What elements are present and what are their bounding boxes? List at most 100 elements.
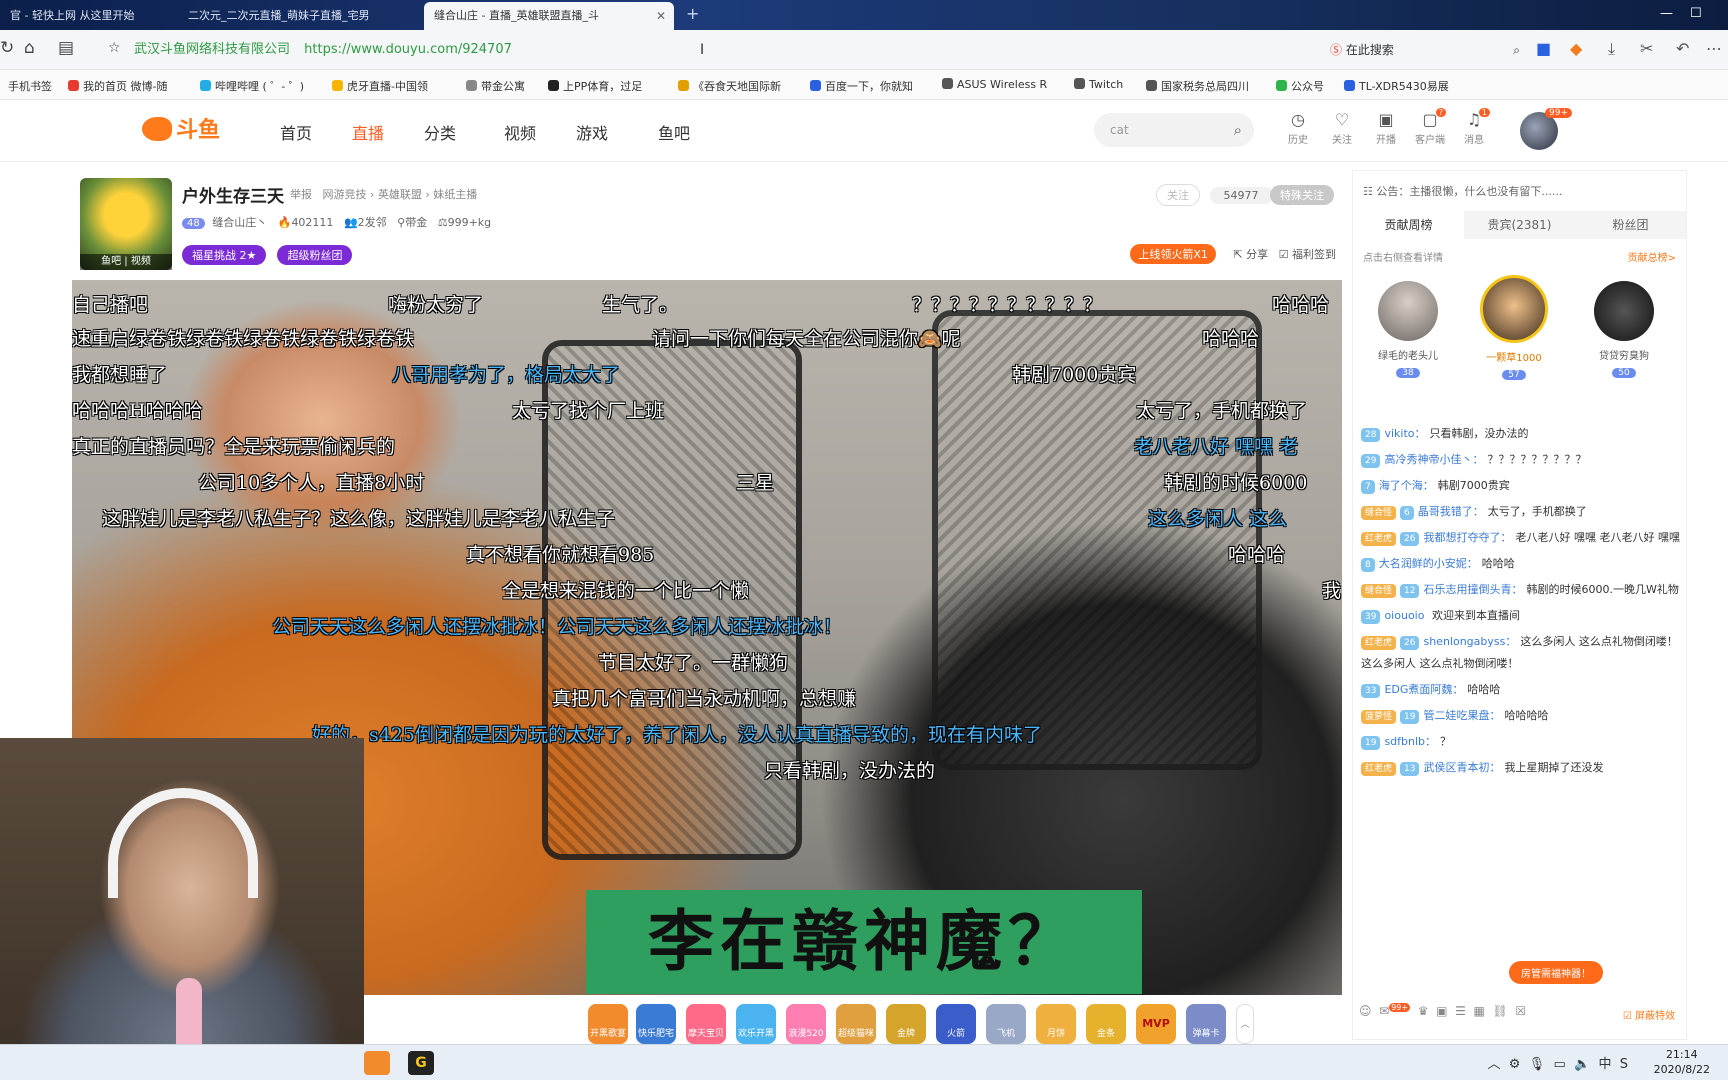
nav-live[interactable]: 直播 (352, 120, 384, 144)
chat-nick[interactable]: 管二娃吃果盘： (1423, 709, 1500, 722)
url-field[interactable]: 武汉斗鱼网络科技有限公司 https://www.douyu.com/92470… (134, 36, 1324, 64)
bookmark-item[interactable]: Twitch (1074, 78, 1123, 91)
gift-item[interactable]: 开黑歌宴 (588, 1004, 628, 1044)
report-link[interactable]: 举报 (290, 188, 312, 201)
taskbar-app-g-icon[interactable]: G (408, 1051, 434, 1075)
browser-search-input[interactable]: Ⓢ 在此搜索 ⌕ (1330, 36, 1520, 64)
chat-nick[interactable]: 晶哥我错了： (1418, 505, 1484, 518)
chat-list[interactable]: 28 vikito： 只看韩剧，没办法的 29 高冷秀神帝小佳丶：？？？？？？？？？ … (1361, 423, 1681, 983)
anchor-avatar[interactable]: 鱼吧 | 视频 (80, 178, 172, 270)
maximize-icon[interactable]: ☐ (1690, 6, 1702, 21)
chat-nick[interactable]: 大名润鲜的小安妮： (1379, 557, 1478, 570)
nav-home[interactable]: 首页 (280, 120, 312, 144)
nav-games[interactable]: 游戏 (576, 120, 608, 144)
home-icon[interactable]: ⌂ (24, 38, 35, 58)
client-button[interactable]: ▢ 客户端? (1408, 108, 1452, 146)
list-icon[interactable]: ☰ (1455, 1004, 1466, 1018)
gift-item[interactable]: 超级猫咪 (836, 1004, 876, 1044)
bookmark-item[interactable]: 《吞食天地国际新 (678, 78, 781, 94)
rank-user[interactable]: 绿毛的老头儿 38 (1363, 281, 1453, 378)
scissors-icon[interactable]: ✂ (1640, 39, 1653, 58)
tab-fanclub[interactable]: 粉丝团 (1575, 211, 1686, 239)
bookmark-item[interactable]: TL-XDR5430易展 (1344, 78, 1449, 94)
taskbar-app-icon[interactable] (364, 1051, 390, 1075)
gift-item[interactable]: 飞机 (986, 1004, 1026, 1044)
mic-icon[interactable]: 🎙 (1529, 1057, 1546, 1072)
gift-item[interactable]: 金条 (1086, 1004, 1126, 1044)
system-clock[interactable]: 21:14 2020/8/22 (1654, 1047, 1710, 1077)
emoji-icon[interactable]: ☺ (1359, 1004, 1372, 1018)
user-avatar[interactable]: 99+ (1520, 108, 1572, 150)
rocket-promo-badge[interactable]: 上线领火箭X1 (1130, 244, 1216, 264)
bookmark-item[interactable]: 哔哩哔哩 ( ゜- ゜) (200, 78, 304, 94)
refresh-icon[interactable]: ↻ (0, 38, 14, 58)
bookmark-item[interactable]: ASUS Wireless R (942, 78, 1047, 91)
special-follow-button[interactable]: 特殊关注 (1270, 185, 1334, 205)
gift-item[interactable]: 火箭 (936, 1004, 976, 1044)
site-search-input[interactable]: cat ⌕ (1094, 113, 1254, 147)
bookmark-item[interactable]: 带金公寓 (466, 78, 525, 94)
close-icon[interactable]: ☒ (1515, 1004, 1526, 1018)
chat-nick[interactable]: shenlongabyss： (1423, 635, 1516, 648)
undo-icon[interactable]: ↶ (1676, 39, 1689, 58)
close-icon[interactable]: ✕ (656, 2, 666, 30)
share-label[interactable]: 分享 (1246, 248, 1268, 261)
bookmark-item[interactable]: 我的首页 微博-随 (68, 78, 167, 94)
follow-button[interactable]: ♡ 关注 (1320, 110, 1364, 146)
history-button[interactable]: ◷ 历史 (1276, 110, 1320, 146)
reader-icon[interactable]: ▤ (58, 38, 74, 58)
avatar-caption[interactable]: 鱼吧 | 视频 (80, 254, 172, 270)
nav-yuba[interactable]: 鱼吧 (658, 120, 690, 144)
start-live-button[interactable]: ▣ 开播 (1364, 110, 1408, 146)
anchor-name[interactable]: 缝合山庄丶 (212, 216, 267, 229)
star-icon[interactable]: ☆ (108, 40, 121, 56)
link-icon[interactable]: ⛓ (1493, 1004, 1508, 1018)
checkin-icon[interactable]: ☑ (1279, 248, 1289, 261)
rank-user[interactable]: 贷贷穷臭狗 50 (1579, 281, 1669, 378)
follow-button[interactable]: 关注 (1156, 184, 1200, 206)
new-tab-icon[interactable]: + (686, 4, 699, 23)
gift-item[interactable]: 快乐肥宅 (636, 1004, 676, 1044)
rank-total-link[interactable]: 贡献总榜> (1628, 249, 1676, 264)
checkin-label[interactable]: 福利签到 (1292, 248, 1336, 261)
network-icon[interactable]: ⚙ (1509, 1057, 1521, 1072)
rank-user[interactable]: 一颗草1000 57 (1469, 275, 1559, 380)
bookmark-item[interactable]: 虎牙直播-中国领 (332, 78, 428, 94)
chat-nick[interactable]: EDG煮面阿魏： (1384, 683, 1463, 696)
tab-weekly-rank[interactable]: 贡献周榜 (1353, 211, 1464, 239)
chat-nick[interactable]: sdfbnlb： (1384, 735, 1436, 748)
search-icon[interactable]: ⌕ (1513, 36, 1520, 64)
download-icon[interactable]: ⤓ (1608, 39, 1615, 59)
category-breadcrumb[interactable]: 网游竞技 › 英雄联盟 › 妹纸主播 (323, 188, 478, 201)
ime-icon[interactable]: 中 (1598, 1057, 1611, 1072)
gift-item[interactable]: 欢乐开黑 (736, 1004, 776, 1044)
chat-nick[interactable]: 海了个海： (1379, 479, 1434, 492)
chevron-up-icon[interactable]: ︿ (1487, 1057, 1500, 1072)
crown-icon[interactable]: ♛ (1418, 1004, 1429, 1018)
gift-item-mvp[interactable]: MVP (1136, 1004, 1176, 1044)
room-manager-button[interactable]: 房管需福神器！ (1509, 961, 1603, 984)
chat-nick[interactable]: 武侯区青本初： (1423, 761, 1500, 774)
more-icon[interactable]: ⋯ (1706, 39, 1722, 58)
gift-scroll-up-icon[interactable]: ︿ (1236, 1004, 1254, 1044)
chat-nick[interactable]: vikito： (1384, 427, 1425, 440)
volume-icon[interactable]: 🔈 (1574, 1057, 1590, 1072)
share-icon[interactable]: ⇱ (1233, 248, 1242, 261)
game-icon[interactable]: ◆ (1570, 39, 1582, 58)
copy-icon[interactable]: ▣ (1436, 1004, 1447, 1018)
nav-video[interactable]: 视频 (504, 120, 536, 144)
messages-button[interactable]: ♫ 消息 1 (1452, 108, 1496, 146)
gift-item[interactable]: 月饼 (1036, 1004, 1076, 1044)
bookmark-item[interactable]: 手机书签 (8, 78, 52, 94)
bookmark-item[interactable]: 国家税务总局四川 (1146, 78, 1249, 94)
chat-nick[interactable]: 高冷秀神帝小佳丶： (1384, 453, 1483, 466)
search-icon[interactable]: ⌕ (1234, 113, 1242, 147)
bookmark-item[interactable]: 上PP体育，过足 (548, 78, 642, 94)
bookmark-item[interactable]: 公众号 (1276, 78, 1324, 94)
chat-nick[interactable]: 我都想打夺夺了： (1423, 531, 1511, 544)
monitor-icon[interactable]: ▭ (1553, 1057, 1565, 1072)
browser-tab[interactable]: 二次元_二次元直播_萌妹子直播_宅男 (178, 2, 414, 30)
grid-icon[interactable]: ▦ (1474, 1004, 1485, 1018)
browser-tab[interactable]: 官 - 轻快上网 从这里开始 (0, 2, 168, 30)
gift-item[interactable]: 弹幕卡 (1186, 1004, 1226, 1044)
